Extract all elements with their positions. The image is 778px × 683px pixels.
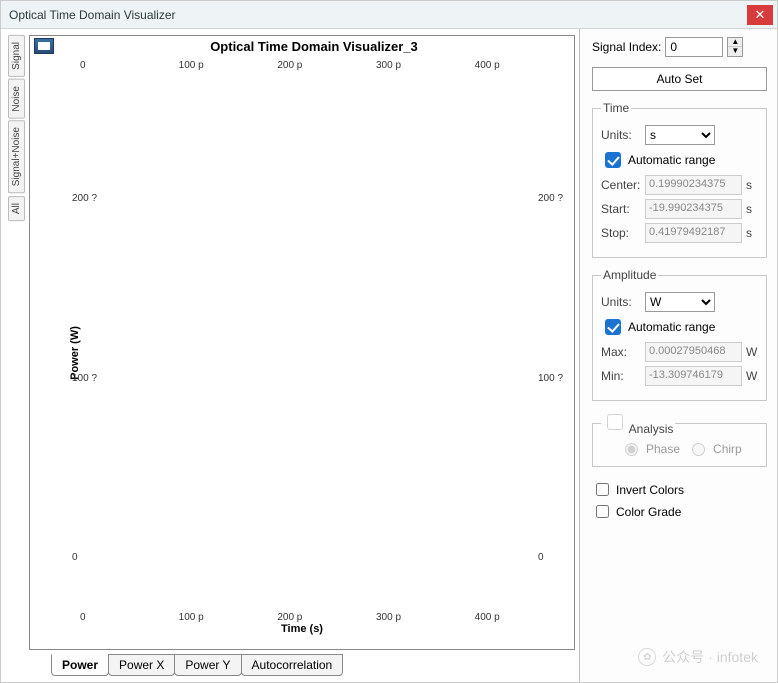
vtab-signal[interactable]: Signal <box>8 35 25 77</box>
tab-power-x[interactable]: Power X <box>108 654 175 676</box>
amp-units-select[interactable]: W <box>645 292 715 312</box>
vtab-noise[interactable]: Noise <box>8 79 25 119</box>
amp-max-value: 0.00027950468 <box>645 342 742 362</box>
time-units-select[interactable]: s <box>645 125 715 145</box>
time-start-value: -19.990234375 <box>645 199 742 219</box>
vtab-signal-noise[interactable]: Signal+Noise <box>8 120 25 193</box>
time-stop-label: Stop: <box>601 226 641 240</box>
left-vertical-tabs: Signal Noise Signal+Noise All <box>1 29 27 682</box>
amp-auto-range-label: Automatic range <box>628 320 715 334</box>
analysis-phase-radio[interactable] <box>625 443 638 456</box>
vtab-all[interactable]: All <box>8 196 25 221</box>
plot-body: Power (W) Time (s) 00100 p100 p200 p200 … <box>30 56 574 649</box>
amp-max-unit: W <box>746 345 758 359</box>
center-pane: Optical Time Domain Visualizer_3 Power (… <box>27 29 579 682</box>
titlebar: Optical Time Domain Visualizer ✕ <box>1 1 777 29</box>
misc-options: Invert Colors Color Grade <box>592 477 767 524</box>
plot-container: Optical Time Domain Visualizer_3 Power (… <box>29 35 575 650</box>
x-axis-label: Time (s) <box>30 623 574 635</box>
analysis-legend: Analysis <box>601 411 675 436</box>
analysis-radios: Phase Chirp <box>619 442 758 456</box>
amplitude-group: Amplitude Units: W Automatic range Max: … <box>592 268 767 401</box>
amp-min-value: -13.309746179 <box>645 366 742 386</box>
plot-window-icon <box>34 38 54 54</box>
time-start-label: Start: <box>601 202 641 216</box>
invert-colors-checkbox[interactable] <box>596 483 609 496</box>
amp-min-unit: W <box>746 369 758 383</box>
amp-min-label: Min: <box>601 369 641 383</box>
tab-power-y[interactable]: Power Y <box>174 654 241 676</box>
time-auto-range-checkbox[interactable] <box>605 152 621 168</box>
amp-max-label: Max: <box>601 345 641 359</box>
time-stop-value: 0.41979492187 <box>645 223 742 243</box>
right-panel: Signal Index: ▲ ▼ Auto Set Time Units: s… <box>579 29 777 682</box>
time-legend: Time <box>601 101 631 115</box>
time-center-value: 0.19990234375 <box>645 175 742 195</box>
chart-title: Optical Time Domain Visualizer_3 <box>58 39 570 54</box>
analysis-phase-label: Phase <box>646 442 680 456</box>
tab-power[interactable]: Power <box>51 654 109 676</box>
signal-index-input[interactable] <box>665 37 723 57</box>
auto-set-button[interactable]: Auto Set <box>592 67 767 91</box>
time-start-unit: s <box>746 202 758 216</box>
tab-autocorrelation[interactable]: Autocorrelation <box>241 654 344 676</box>
y-axis-label: Power (W) <box>69 326 81 380</box>
time-center-unit: s <box>746 178 758 192</box>
signal-index-spinner: ▲ ▼ <box>727 37 743 57</box>
spin-down-icon[interactable]: ▼ <box>728 47 742 56</box>
workarea: Signal Noise Signal+Noise All Optical Ti… <box>1 29 777 682</box>
color-grade-label: Color Grade <box>616 505 681 519</box>
time-units-label: Units: <box>601 128 641 142</box>
time-center-label: Center: <box>601 178 641 192</box>
time-stop-unit: s <box>746 226 758 240</box>
bottom-tabs: Power Power X Power Y Autocorrelation <box>29 654 575 676</box>
close-button[interactable]: ✕ <box>747 5 773 25</box>
close-icon: ✕ <box>755 7 766 23</box>
time-auto-range-label: Automatic range <box>628 153 715 167</box>
analysis-enable-checkbox[interactable] <box>607 414 623 430</box>
amp-auto-range-checkbox[interactable] <box>605 319 621 335</box>
signal-index-label: Signal Index: <box>592 40 661 54</box>
signal-index-row: Signal Index: ▲ ▼ <box>592 37 767 57</box>
amp-units-label: Units: <box>601 295 641 309</box>
analysis-chirp-label: Chirp <box>713 442 742 456</box>
plot-header: Optical Time Domain Visualizer_3 <box>30 36 574 56</box>
invert-colors-label: Invert Colors <box>616 483 684 497</box>
amplitude-legend: Amplitude <box>601 268 658 282</box>
color-grade-checkbox[interactable] <box>596 505 609 518</box>
window-title: Optical Time Domain Visualizer <box>9 8 176 22</box>
analysis-chirp-radio[interactable] <box>692 443 705 456</box>
analysis-group: Analysis Phase Chirp <box>592 411 767 467</box>
time-group: Time Units: s Automatic range Center: 0.… <box>592 101 767 258</box>
